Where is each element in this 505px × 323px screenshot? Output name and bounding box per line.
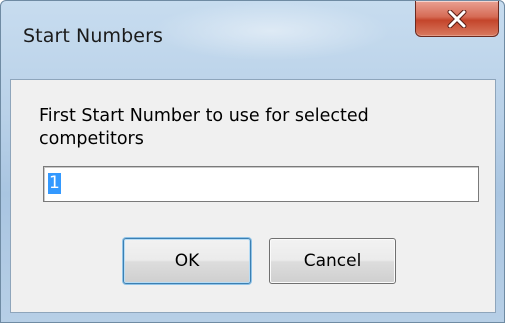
close-x-icon <box>446 9 468 28</box>
title-bar[interactable]: Start Numbers <box>1 1 504 79</box>
start-number-value: 1 <box>48 173 61 194</box>
start-number-input[interactable]: 1 <box>43 166 479 202</box>
window-title: Start Numbers <box>23 25 163 47</box>
ok-button[interactable]: OK <box>123 238 251 284</box>
dialog-window: Start Numbers First Start Number to use … <box>0 0 505 323</box>
prompt-label: First Start Number to use for selected c… <box>39 106 369 149</box>
close-button[interactable] <box>415 1 499 37</box>
dialog-body: First Start Number to use for selected c… <box>10 79 496 313</box>
cancel-button[interactable]: Cancel <box>269 238 396 284</box>
